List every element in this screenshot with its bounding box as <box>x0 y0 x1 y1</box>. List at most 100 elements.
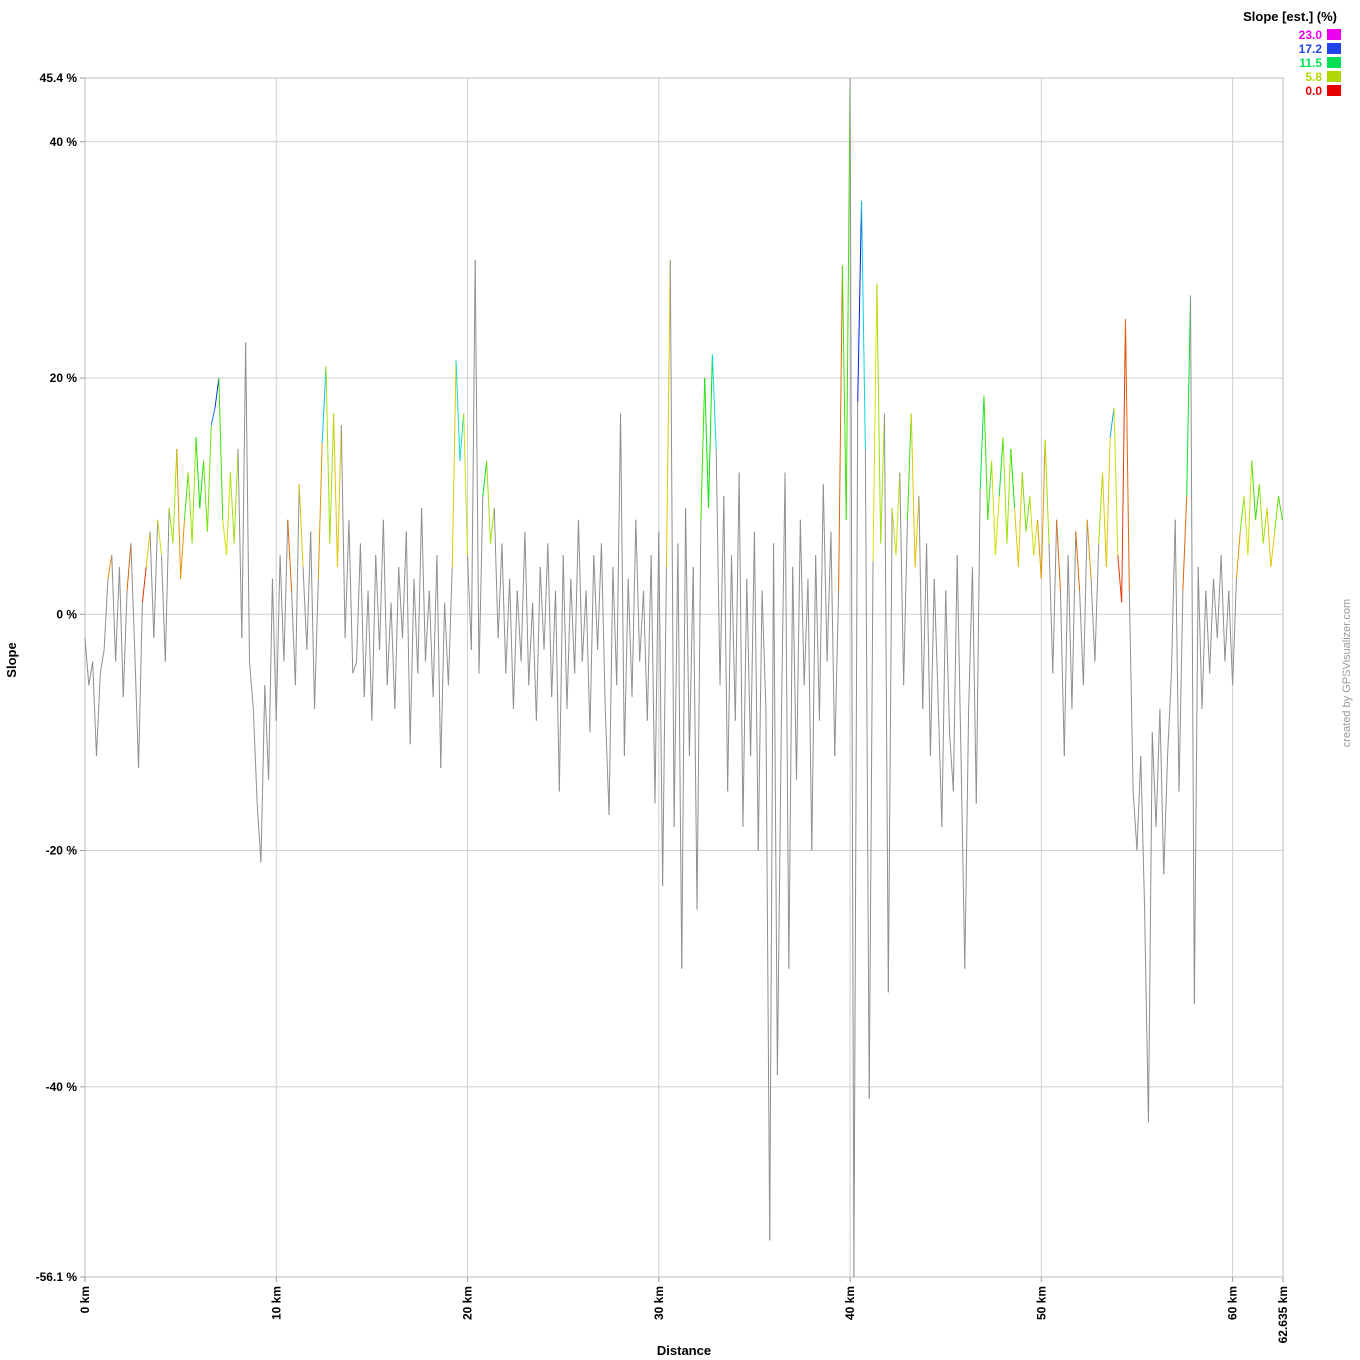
x-tick-label: 62.635 km <box>1276 1286 1290 1343</box>
series-segment <box>525 532 529 686</box>
series-segment <box>716 449 720 685</box>
series-segment <box>1083 520 1087 685</box>
series-segment <box>892 508 896 555</box>
series-segment <box>1198 567 1202 709</box>
series-segment <box>211 408 215 426</box>
series-segment <box>712 354 716 449</box>
series-segment <box>1183 496 1187 591</box>
series-segment <box>877 284 881 544</box>
series-segment <box>747 579 751 756</box>
series-segment <box>1194 567 1198 1004</box>
series-segment <box>265 685 269 780</box>
series-segment <box>751 532 755 756</box>
series-segment <box>961 756 965 969</box>
series-segment <box>162 555 166 661</box>
series-segment <box>1141 756 1145 910</box>
series-segment <box>479 496 483 673</box>
series-segment <box>578 520 582 662</box>
series-segment <box>173 449 177 544</box>
series-segment <box>483 461 487 496</box>
series-segment <box>777 732 781 1075</box>
series-segment <box>215 378 219 408</box>
series-segment <box>223 520 227 555</box>
x-tick-label: 30 km <box>652 1286 666 1320</box>
y-axis-title: Slope <box>4 642 19 677</box>
series-segment <box>234 449 238 544</box>
series-segment <box>831 532 835 756</box>
series-segment <box>1240 496 1244 531</box>
series-segment <box>624 579 628 756</box>
series-segment <box>571 579 575 674</box>
slope-line-series <box>85 78 1283 1277</box>
series-segment <box>414 579 418 674</box>
series-segment <box>816 555 820 720</box>
series-segment <box>873 284 877 562</box>
series-segment <box>127 543 131 590</box>
series-segment <box>1213 579 1217 638</box>
series-segment <box>330 413 334 543</box>
series-segment <box>376 555 380 650</box>
series-segment <box>425 591 429 662</box>
series-segment <box>146 532 150 567</box>
series-segment <box>383 520 387 685</box>
series-segment <box>1210 579 1214 674</box>
series-segment <box>586 591 590 733</box>
series-segment <box>1244 496 1248 555</box>
series-segment <box>743 579 747 827</box>
legend-entry-swatch <box>1327 57 1341 68</box>
series-segment <box>1080 591 1084 686</box>
series-segment <box>904 520 908 685</box>
series-segment <box>1133 791 1137 850</box>
series-segment <box>559 555 563 791</box>
series-segment <box>1152 732 1156 827</box>
series-segment <box>613 567 617 685</box>
series-segment <box>907 413 911 519</box>
series-segment <box>976 490 980 803</box>
series-segment <box>575 520 579 674</box>
series-segment <box>678 543 682 968</box>
y-tick-label: 45.4 % <box>40 71 78 85</box>
watermark-credit: created by GPSVisualizer.com <box>1341 599 1353 747</box>
series-segment <box>517 591 521 662</box>
series-segment <box>422 508 426 662</box>
series-segment <box>192 437 196 543</box>
series-segment <box>1034 520 1038 555</box>
series-segment <box>1160 709 1164 874</box>
series-segment <box>701 378 705 520</box>
series-segment <box>1122 319 1126 603</box>
series-segment <box>812 555 816 850</box>
series-segment <box>628 579 632 697</box>
x-tick-label: 60 km <box>1226 1286 1240 1320</box>
series-segment <box>1103 473 1107 568</box>
series-segment <box>689 567 693 756</box>
y-tick-label: 0 % <box>56 607 77 621</box>
series-segment <box>911 413 915 567</box>
series-segment <box>318 443 322 579</box>
series-segment <box>781 473 785 733</box>
series-segment <box>1064 555 1068 756</box>
series-segment <box>693 567 697 910</box>
series-segment <box>858 201 862 402</box>
series-segment <box>839 266 843 591</box>
series-segment <box>112 555 116 661</box>
x-tick-label: 20 km <box>461 1286 475 1320</box>
series-segment <box>85 638 89 685</box>
series-segment <box>196 437 200 508</box>
series-segment <box>686 508 690 756</box>
series-segment <box>1225 591 1229 662</box>
series-segment <box>280 555 284 661</box>
series-segment <box>919 496 923 709</box>
series-segment <box>487 461 491 544</box>
series-segment <box>154 520 158 638</box>
series-segment <box>357 543 361 661</box>
series-segment <box>548 543 552 697</box>
series-segment <box>410 579 414 744</box>
series-segment <box>980 396 984 491</box>
series-segment <box>1007 449 1011 544</box>
series-segment <box>896 473 900 556</box>
series-segment <box>403 532 407 638</box>
series-segment <box>659 532 663 886</box>
series-segment <box>938 697 942 827</box>
series-segment <box>181 520 185 579</box>
series-segment <box>341 425 345 638</box>
